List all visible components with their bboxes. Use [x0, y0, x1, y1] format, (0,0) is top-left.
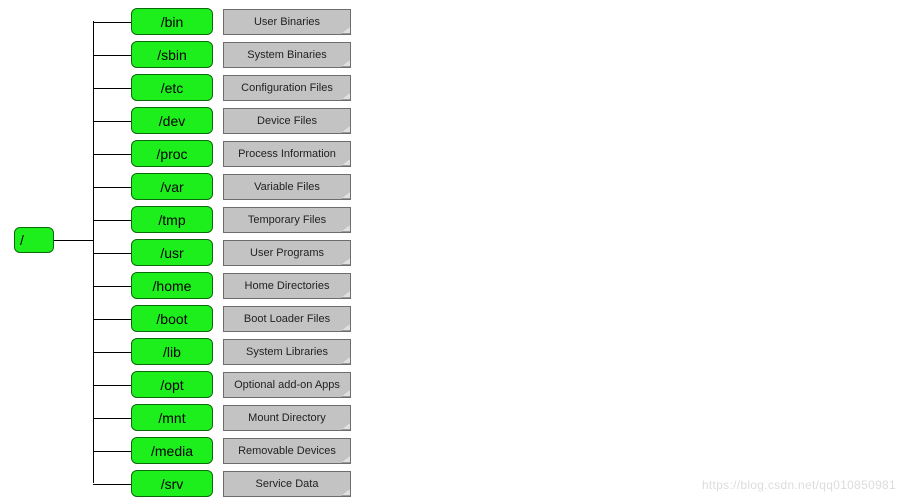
tree-row: /media Removable Devices [131, 434, 351, 467]
directory-node: /home [131, 272, 213, 299]
directory-node: /srv [131, 470, 213, 497]
connector-horizontal [93, 22, 131, 23]
directory-node: /tmp [131, 206, 213, 233]
description-label: User Programs [250, 247, 324, 259]
description-label: Device Files [257, 115, 317, 127]
directory-node: /opt [131, 371, 213, 398]
tree-row: /home Home Directories [131, 269, 351, 302]
directory-node: /sbin [131, 41, 213, 68]
description-label: Home Directories [245, 280, 330, 292]
connector-horizontal [93, 418, 131, 419]
directory-label: /boot [156, 311, 187, 327]
description-label: Removable Devices [238, 445, 336, 457]
description-node: System Libraries [223, 339, 351, 365]
watermark-text: https://blog.csdn.net/qq010850981 [702, 478, 896, 492]
tree-row: /tmp Temporary Files [131, 203, 351, 236]
directory-label: /mnt [158, 410, 185, 426]
tree-row: /var Variable Files [131, 170, 351, 203]
description-label: System Binaries [247, 49, 326, 61]
description-label: User Binaries [254, 16, 320, 28]
description-label: System Libraries [246, 346, 328, 358]
directory-label: /media [151, 443, 193, 459]
directory-label: /tmp [158, 212, 185, 228]
directory-node: /bin [131, 8, 213, 35]
description-node: User Binaries [223, 9, 351, 35]
directory-label: /srv [161, 476, 184, 492]
description-node: Configuration Files [223, 75, 351, 101]
directory-node: /dev [131, 107, 213, 134]
description-node: Temporary Files [223, 207, 351, 233]
directory-node: /var [131, 173, 213, 200]
description-node: Device Files [223, 108, 351, 134]
description-node: Optional add-on Apps [223, 372, 351, 398]
description-label: Service Data [256, 478, 319, 490]
tree-row: /bin User Binaries [131, 5, 351, 38]
connector-horizontal [93, 451, 131, 452]
tree-row: /sbin System Binaries [131, 38, 351, 71]
tree-row: /lib System Libraries [131, 335, 351, 368]
description-node: Service Data [223, 471, 351, 497]
connector-horizontal [93, 220, 131, 221]
description-node: Removable Devices [223, 438, 351, 464]
description-node: Process Information [223, 141, 351, 167]
directory-label: /usr [160, 245, 183, 261]
description-node: System Binaries [223, 42, 351, 68]
directory-label: /bin [161, 14, 184, 30]
connector-horizontal [93, 154, 131, 155]
directory-node: /lib [131, 338, 213, 365]
directory-node: /media [131, 437, 213, 464]
directory-node: /mnt [131, 404, 213, 431]
connector-horizontal [93, 352, 131, 353]
root-node: / [14, 227, 54, 253]
description-node: Boot Loader Files [223, 306, 351, 332]
directory-label: /sbin [157, 47, 187, 63]
children-container: /bin User Binaries/sbin System Binaries/et… [131, 5, 351, 500]
directory-label: /proc [156, 146, 187, 162]
connector-horizontal [93, 55, 131, 56]
directory-node: /proc [131, 140, 213, 167]
connector-horizontal [93, 253, 131, 254]
description-node: Home Directories [223, 273, 351, 299]
directory-node: /boot [131, 305, 213, 332]
description-label: Mount Directory [248, 412, 326, 424]
description-label: Process Information [238, 148, 336, 160]
tree-row: /mnt Mount Directory [131, 401, 351, 434]
description-node: User Programs [223, 240, 351, 266]
tree-row: /proc Process Information [131, 137, 351, 170]
tree-row: /dev Device Files [131, 104, 351, 137]
connector-horizontal [93, 187, 131, 188]
tree-row: /srv Service Data [131, 467, 351, 500]
directory-label: /opt [160, 377, 183, 393]
description-node: Variable Files [223, 174, 351, 200]
connector-horizontal [93, 286, 131, 287]
root-label: / [20, 232, 24, 248]
connector-horizontal [93, 88, 131, 89]
description-label: Optional add-on Apps [234, 379, 340, 391]
connector-horizontal [93, 121, 131, 122]
description-label: Boot Loader Files [244, 313, 330, 325]
connector-trunk [54, 240, 93, 241]
directory-node: /etc [131, 74, 213, 101]
connector-horizontal [93, 385, 131, 386]
tree-row: /boot Boot Loader Files [131, 302, 351, 335]
connector-horizontal [93, 484, 131, 485]
directory-label: /home [153, 278, 192, 294]
description-label: Variable Files [254, 181, 320, 193]
connector-horizontal [93, 319, 131, 320]
directory-label: /dev [159, 113, 185, 129]
description-node: Mount Directory [223, 405, 351, 431]
tree-row: /etc Configuration Files [131, 71, 351, 104]
directory-label: /lib [163, 344, 181, 360]
description-label: Configuration Files [241, 82, 333, 94]
description-label: Temporary Files [248, 214, 326, 226]
tree-row: /usr User Programs [131, 236, 351, 269]
tree-row: /opt Optional add-on Apps [131, 368, 351, 401]
directory-label: /etc [161, 80, 184, 96]
directory-node: /usr [131, 239, 213, 266]
directory-label: /var [160, 179, 183, 195]
